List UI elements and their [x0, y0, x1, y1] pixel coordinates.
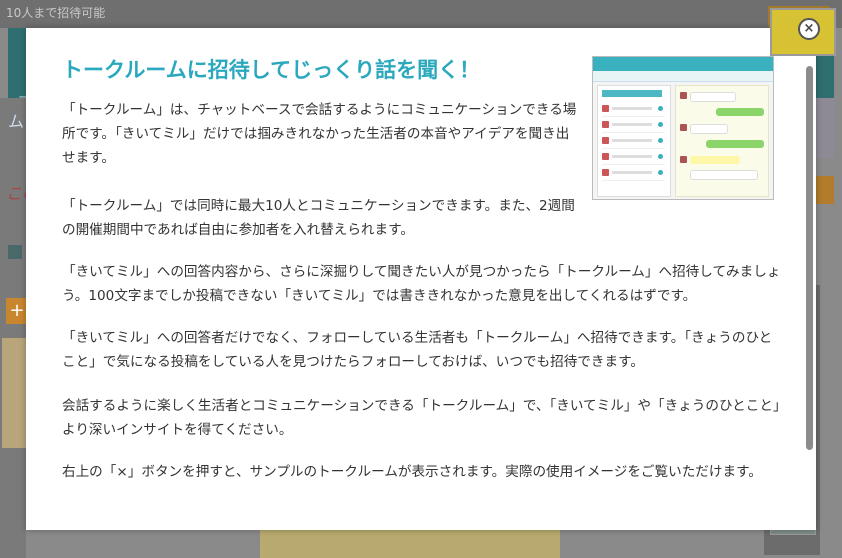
sample-member: [602, 150, 664, 165]
plus-icon: +: [6, 298, 28, 324]
paragraph-intro: 「トークルーム」は、チャットベースで会話するようにコミュニケーションできる場所で…: [62, 102, 577, 166]
left-icon: [8, 245, 22, 259]
left-edge-content: [0, 98, 26, 558]
sample-tabs: [593, 71, 773, 82]
paragraph-sample-hint: 右上の「×」ボタンを押すと、サンプルのトークルームが表示されます。実際の使用イメ…: [62, 464, 762, 480]
sample-member: [602, 102, 664, 117]
left-heading-fragment: ム: [8, 112, 25, 131]
invite-limit-text: 10人まで招待可能: [6, 6, 106, 20]
close-icon[interactable]: ×: [798, 18, 820, 40]
talkroom-info-modal: トークルームに招待してじっくり話を聞く！ 「トークルーム」は、チャットベースで会…: [26, 28, 816, 530]
modal-title: トークルームに招待してじっくり話を聞く！: [62, 58, 481, 82]
paragraph-follow: 「きいてミル」への回答者だけでなく、フォローしている生活者も「トークルーム」へ招…: [62, 330, 773, 370]
bottom-card: [260, 530, 560, 558]
top-bar: 10人まで招待可能: [0, 0, 842, 28]
left-thumbnail: [2, 338, 26, 448]
modal-scrollbar[interactable]: [806, 66, 813, 450]
sample-member: [602, 118, 664, 133]
paragraph-invite: 「きいてミル」への回答内容から、さらに深掘りして聞きたい人が見つかったら「トーク…: [62, 264, 781, 304]
sample-chat-area: [675, 85, 769, 197]
sample-member-list: [597, 85, 671, 197]
modal-content[interactable]: トークルームに招待してじっくり話を聞く！ 「トークルーム」は、チャットベースで会…: [26, 28, 802, 530]
paragraph-capacity: 「トークルーム」では同時に最大10人とコミュニケーションできます。また、2週間の…: [62, 198, 575, 238]
paragraph-insight: 会話するように楽しく生活者とコミュニケーションできる「トークルーム」で、「きいて…: [62, 398, 780, 438]
right-orange-tab: [814, 176, 834, 204]
sample-member: [602, 134, 664, 149]
sample-header: [593, 57, 773, 71]
talkroom-sample-image: [592, 56, 774, 200]
sample-member: [602, 166, 664, 181]
